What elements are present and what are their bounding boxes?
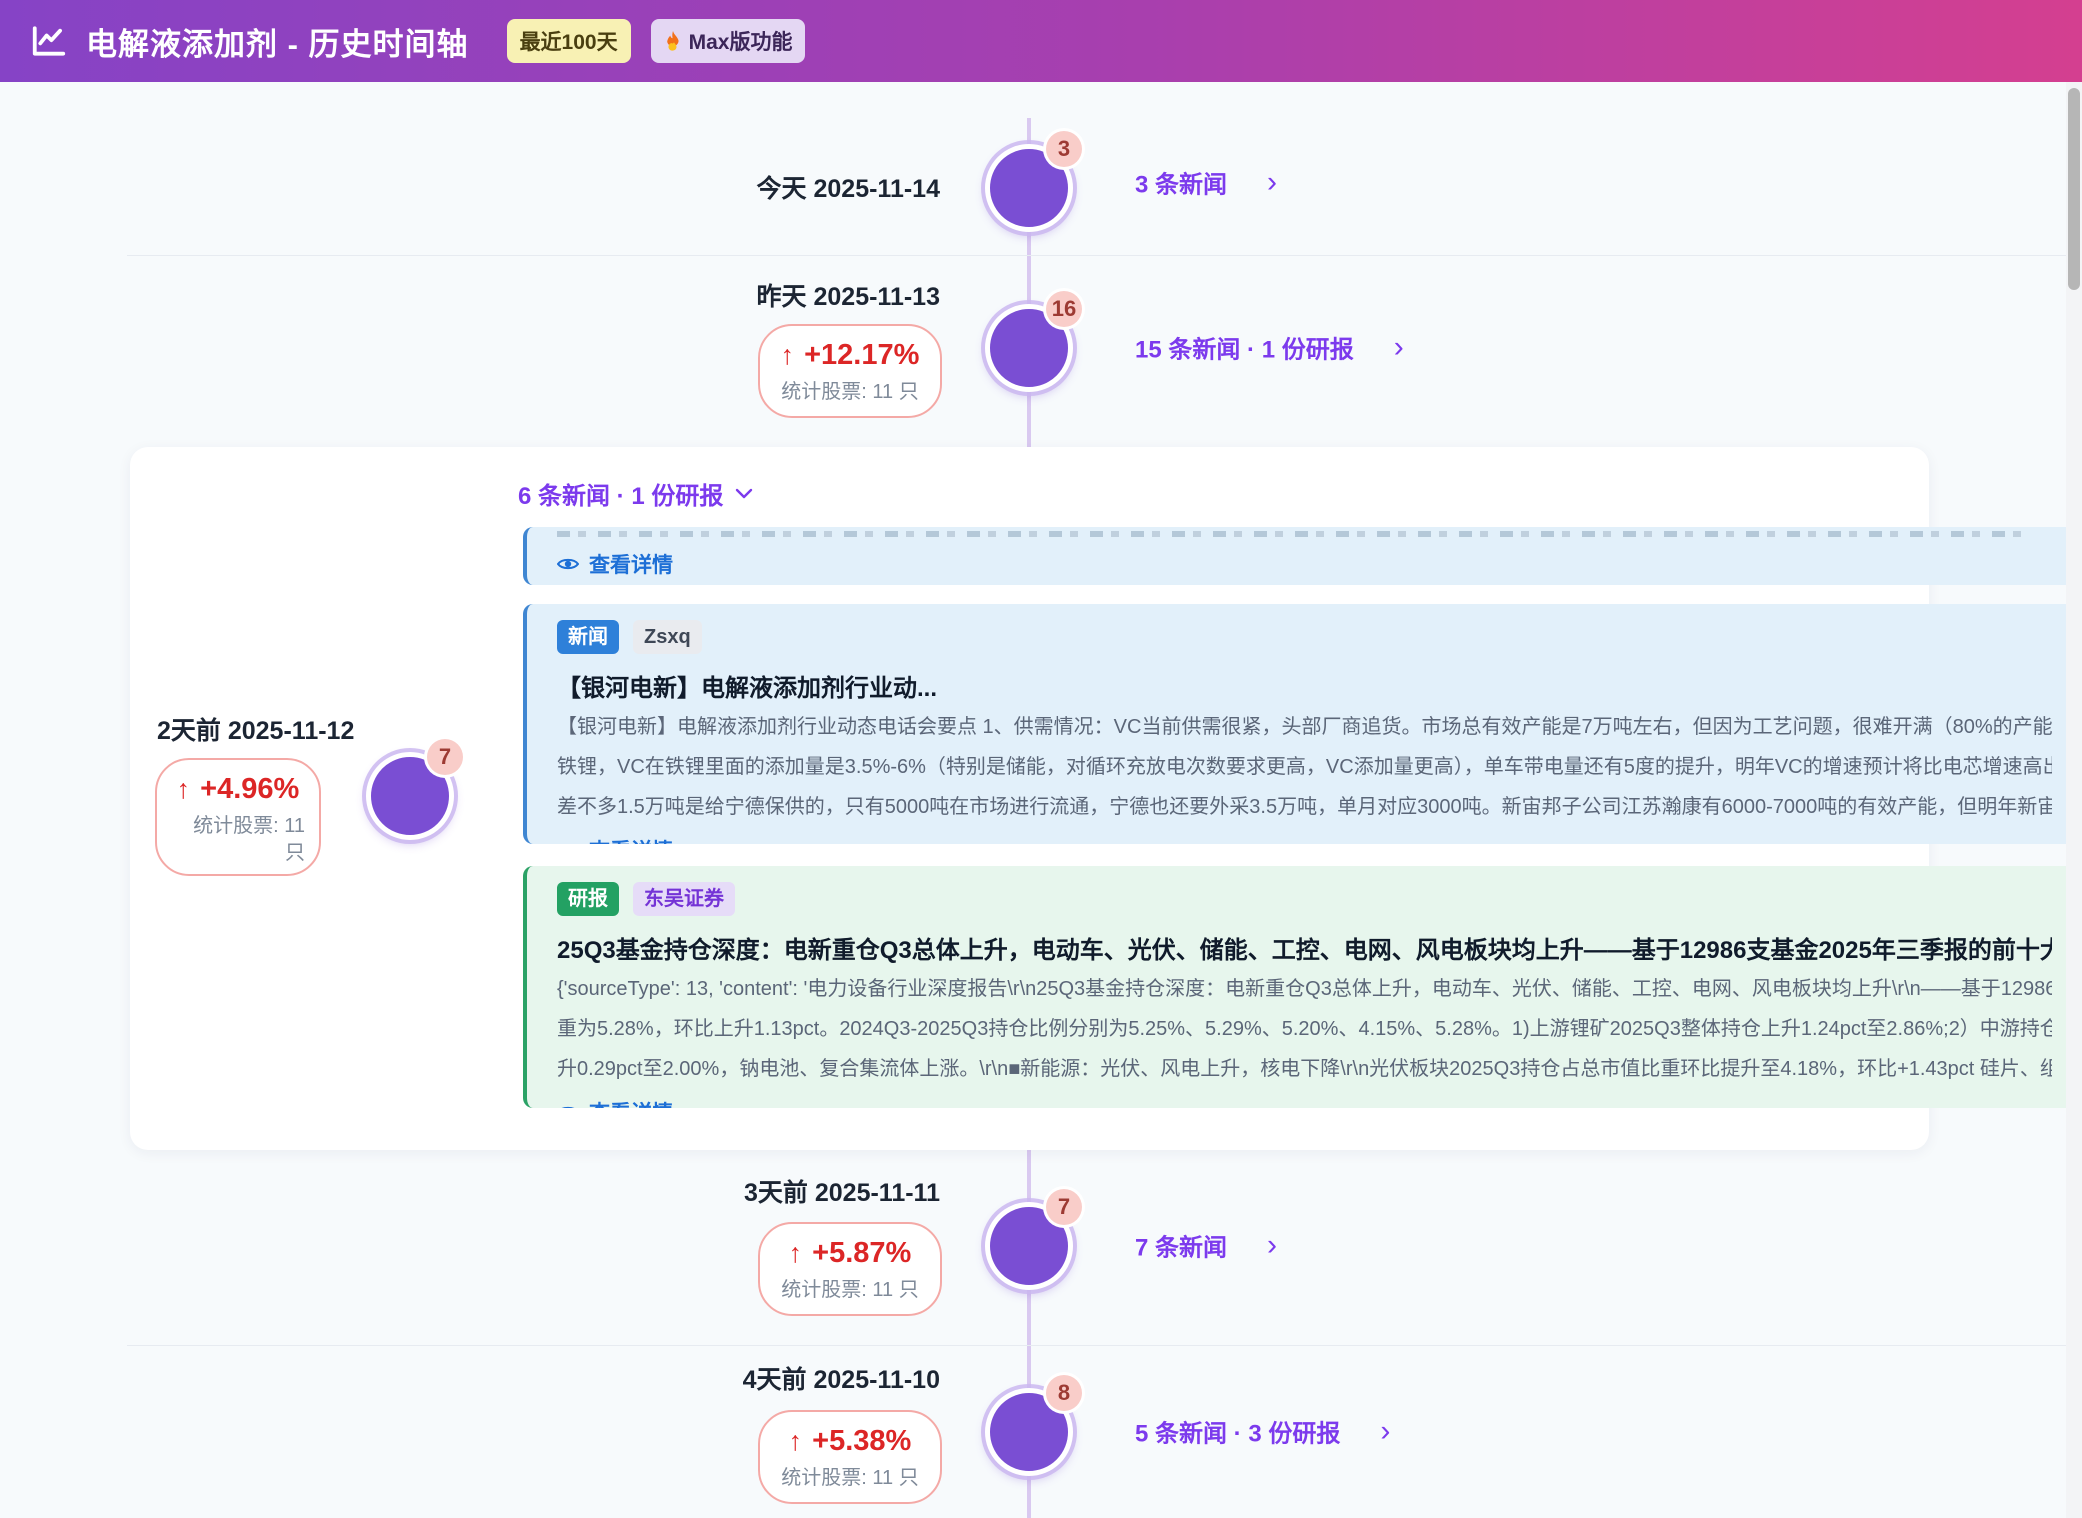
max-feature-badge: Max版功能 [651, 19, 806, 63]
eye-icon [557, 556, 579, 572]
view-detail-link[interactable]: 查看详情 [557, 1097, 673, 1108]
count-badge: 16 [1046, 291, 1082, 327]
chart-line-icon [30, 22, 68, 60]
up-arrow-icon: ↑ [781, 342, 795, 369]
chevron-right-icon: › [1267, 1230, 1277, 1260]
news-link-label: 15 条新闻 · 1 份研报 [1135, 330, 1354, 365]
row-divider [127, 1345, 2082, 1346]
stocks-count: 统计股票: 11 只 [760, 1465, 940, 1492]
scrollbar-thumb[interactable] [2068, 88, 2080, 290]
stat-bubble-2d: ↑ +4.96% 统计股票: 11 只 [155, 758, 321, 876]
count-badge: 3 [1046, 131, 1082, 167]
count-badge: 7 [1046, 1189, 1082, 1225]
view-detail-label: 查看详情 [589, 549, 673, 579]
count-badge: 7 [427, 739, 463, 775]
report-body-line: 升0.29pct至2.00%，钠电池、复合集流体上涨。\r\n■新能源：光伏、风… [557, 1049, 2052, 1089]
news-link-3d[interactable]: 7 条新闻 › [1135, 1228, 1277, 1263]
fire-icon [664, 30, 682, 52]
stocks-count: 统计股票: 11 只 [760, 379, 940, 406]
chevron-right-icon: › [1267, 167, 1277, 197]
report-body-line: 重为5.28%，环比上升1.13pct。2024Q3-2025Q3持仓比例分别为… [557, 1009, 2052, 1049]
pct-change: +12.17% [804, 341, 919, 370]
pct-change: +5.38% [812, 1427, 911, 1456]
clipped-text-fragment [557, 531, 2022, 537]
pct-change: +5.87% [812, 1239, 911, 1268]
max-feature-badge-label: Max版功能 [689, 26, 793, 56]
news-body-line: 铁锂，VC在铁锂里面的添加量是3.5%-6%（特别是储能，对循环充放电次数要求更… [557, 747, 2052, 787]
news-link-label: 5 条新闻 · 3 份研报 [1135, 1414, 1340, 1449]
up-arrow-icon: ↑ [177, 776, 191, 803]
chevron-down-icon [735, 488, 753, 499]
entry-date-today: 今天 2025-11-14 [757, 169, 940, 205]
eye-icon [557, 1104, 579, 1108]
news-type-badge: 新闻 [557, 620, 619, 654]
news-link-today[interactable]: 3 条新闻 › [1135, 165, 1277, 200]
news-card[interactable]: 新闻 Zsxq 【银河电新】电解液添加剂行业动... 【银河电新】电解液添加剂行… [523, 604, 2082, 844]
news-link-label: 3 条新闻 [1135, 165, 1227, 200]
timeline-node-2d[interactable]: 7 [366, 752, 454, 840]
report-title: 25Q3基金持仓深度：电新重仓Q3总体上升，电动车、光伏、储能、工控、电网、风电… [557, 930, 2052, 965]
view-detail-link[interactable]: 查看详情 [557, 549, 673, 579]
entry-date-yesterday: 昨天 2025-11-13 [757, 277, 940, 313]
report-type-badge: 研报 [557, 882, 619, 916]
view-detail-link[interactable]: 查看详情 [557, 835, 673, 844]
news-title: 【银河电新】电解液添加剂行业动... [557, 668, 2052, 703]
up-arrow-icon: ↑ [789, 1240, 803, 1267]
report-card[interactable]: 研报 东吴证券 25Q3基金持仓深度：电新重仓Q3总体上升，电动车、光伏、储能、… [523, 866, 2082, 1108]
collapse-toggle-label: 6 条新闻 · 1 份研报 [518, 476, 723, 511]
entry-date-2d: 2天前 2025-11-12 [157, 711, 354, 747]
view-detail-label: 查看详情 [589, 1097, 673, 1108]
count-badge: 8 [1046, 1375, 1082, 1411]
timeline-node-4d[interactable]: 8 [985, 1388, 1073, 1476]
pct-change: +4.96% [200, 775, 299, 804]
report-body-line: {'sourceType': 13, 'content': '电力设备行业深度报… [557, 969, 2052, 1009]
report-source-chip: 东吴证券 [633, 882, 735, 916]
entry-date-3d: 3天前 2025-11-11 [744, 1173, 940, 1209]
stat-bubble-3d: ↑ +5.87% 统计股票: 11 只 [758, 1222, 942, 1316]
news-link-label: 7 条新闻 [1135, 1228, 1227, 1263]
chevron-right-icon: › [1380, 1416, 1390, 1446]
page-title: 电解液添加剂 - 历史时间轴 [86, 19, 469, 64]
timeline-node-3d[interactable]: 7 [985, 1202, 1073, 1290]
news-source-chip: Zsxq [633, 620, 702, 654]
timeline-node-yesterday[interactable]: 16 [985, 304, 1073, 392]
up-arrow-icon: ↑ [789, 1428, 803, 1455]
timeline-page: 电解液添加剂 - 历史时间轴 最近100天 Max版功能 今天 2025-11-… [0, 0, 2082, 1518]
eye-icon [557, 842, 579, 844]
news-body-line: 差不多1.5万吨是给宁德保供的，只有5000吨在市场进行流通，宁德也还要外采3.… [557, 787, 2052, 827]
view-detail-label: 查看详情 [589, 835, 673, 844]
stocks-count: 统计股票: 11 只 [760, 1277, 940, 1304]
app-header: 电解液添加剂 - 历史时间轴 最近100天 Max版功能 [0, 0, 2082, 82]
stat-bubble-yesterday: ↑ +12.17% 统计股票: 11 只 [758, 324, 942, 418]
news-body-line: 【银河电新】电解液添加剂行业动态电话会要点 1、供需情况：VC当前供需很紧，头部… [557, 707, 2052, 747]
news-link-yesterday[interactable]: 15 条新闻 · 1 份研报 › [1135, 330, 1404, 365]
stocks-count: 统计股票: 11 只 [157, 813, 319, 867]
collapse-toggle[interactable]: 6 条新闻 · 1 份研报 [518, 476, 753, 511]
entry-date-4d: 4天前 2025-11-10 [743, 1360, 940, 1396]
news-link-4d[interactable]: 5 条新闻 · 3 份研报 › [1135, 1414, 1390, 1449]
stat-bubble-4d: ↑ +5.38% 统计股票: 11 只 [758, 1410, 942, 1504]
range-badge: 最近100天 [507, 19, 631, 63]
news-card-clipped[interactable]: 查看详情 [523, 527, 2082, 585]
scrollbar-track [2066, 82, 2082, 1518]
timeline-node-today[interactable]: 3 [985, 144, 1073, 232]
chevron-right-icon: › [1394, 332, 1404, 362]
row-divider [127, 255, 2082, 256]
